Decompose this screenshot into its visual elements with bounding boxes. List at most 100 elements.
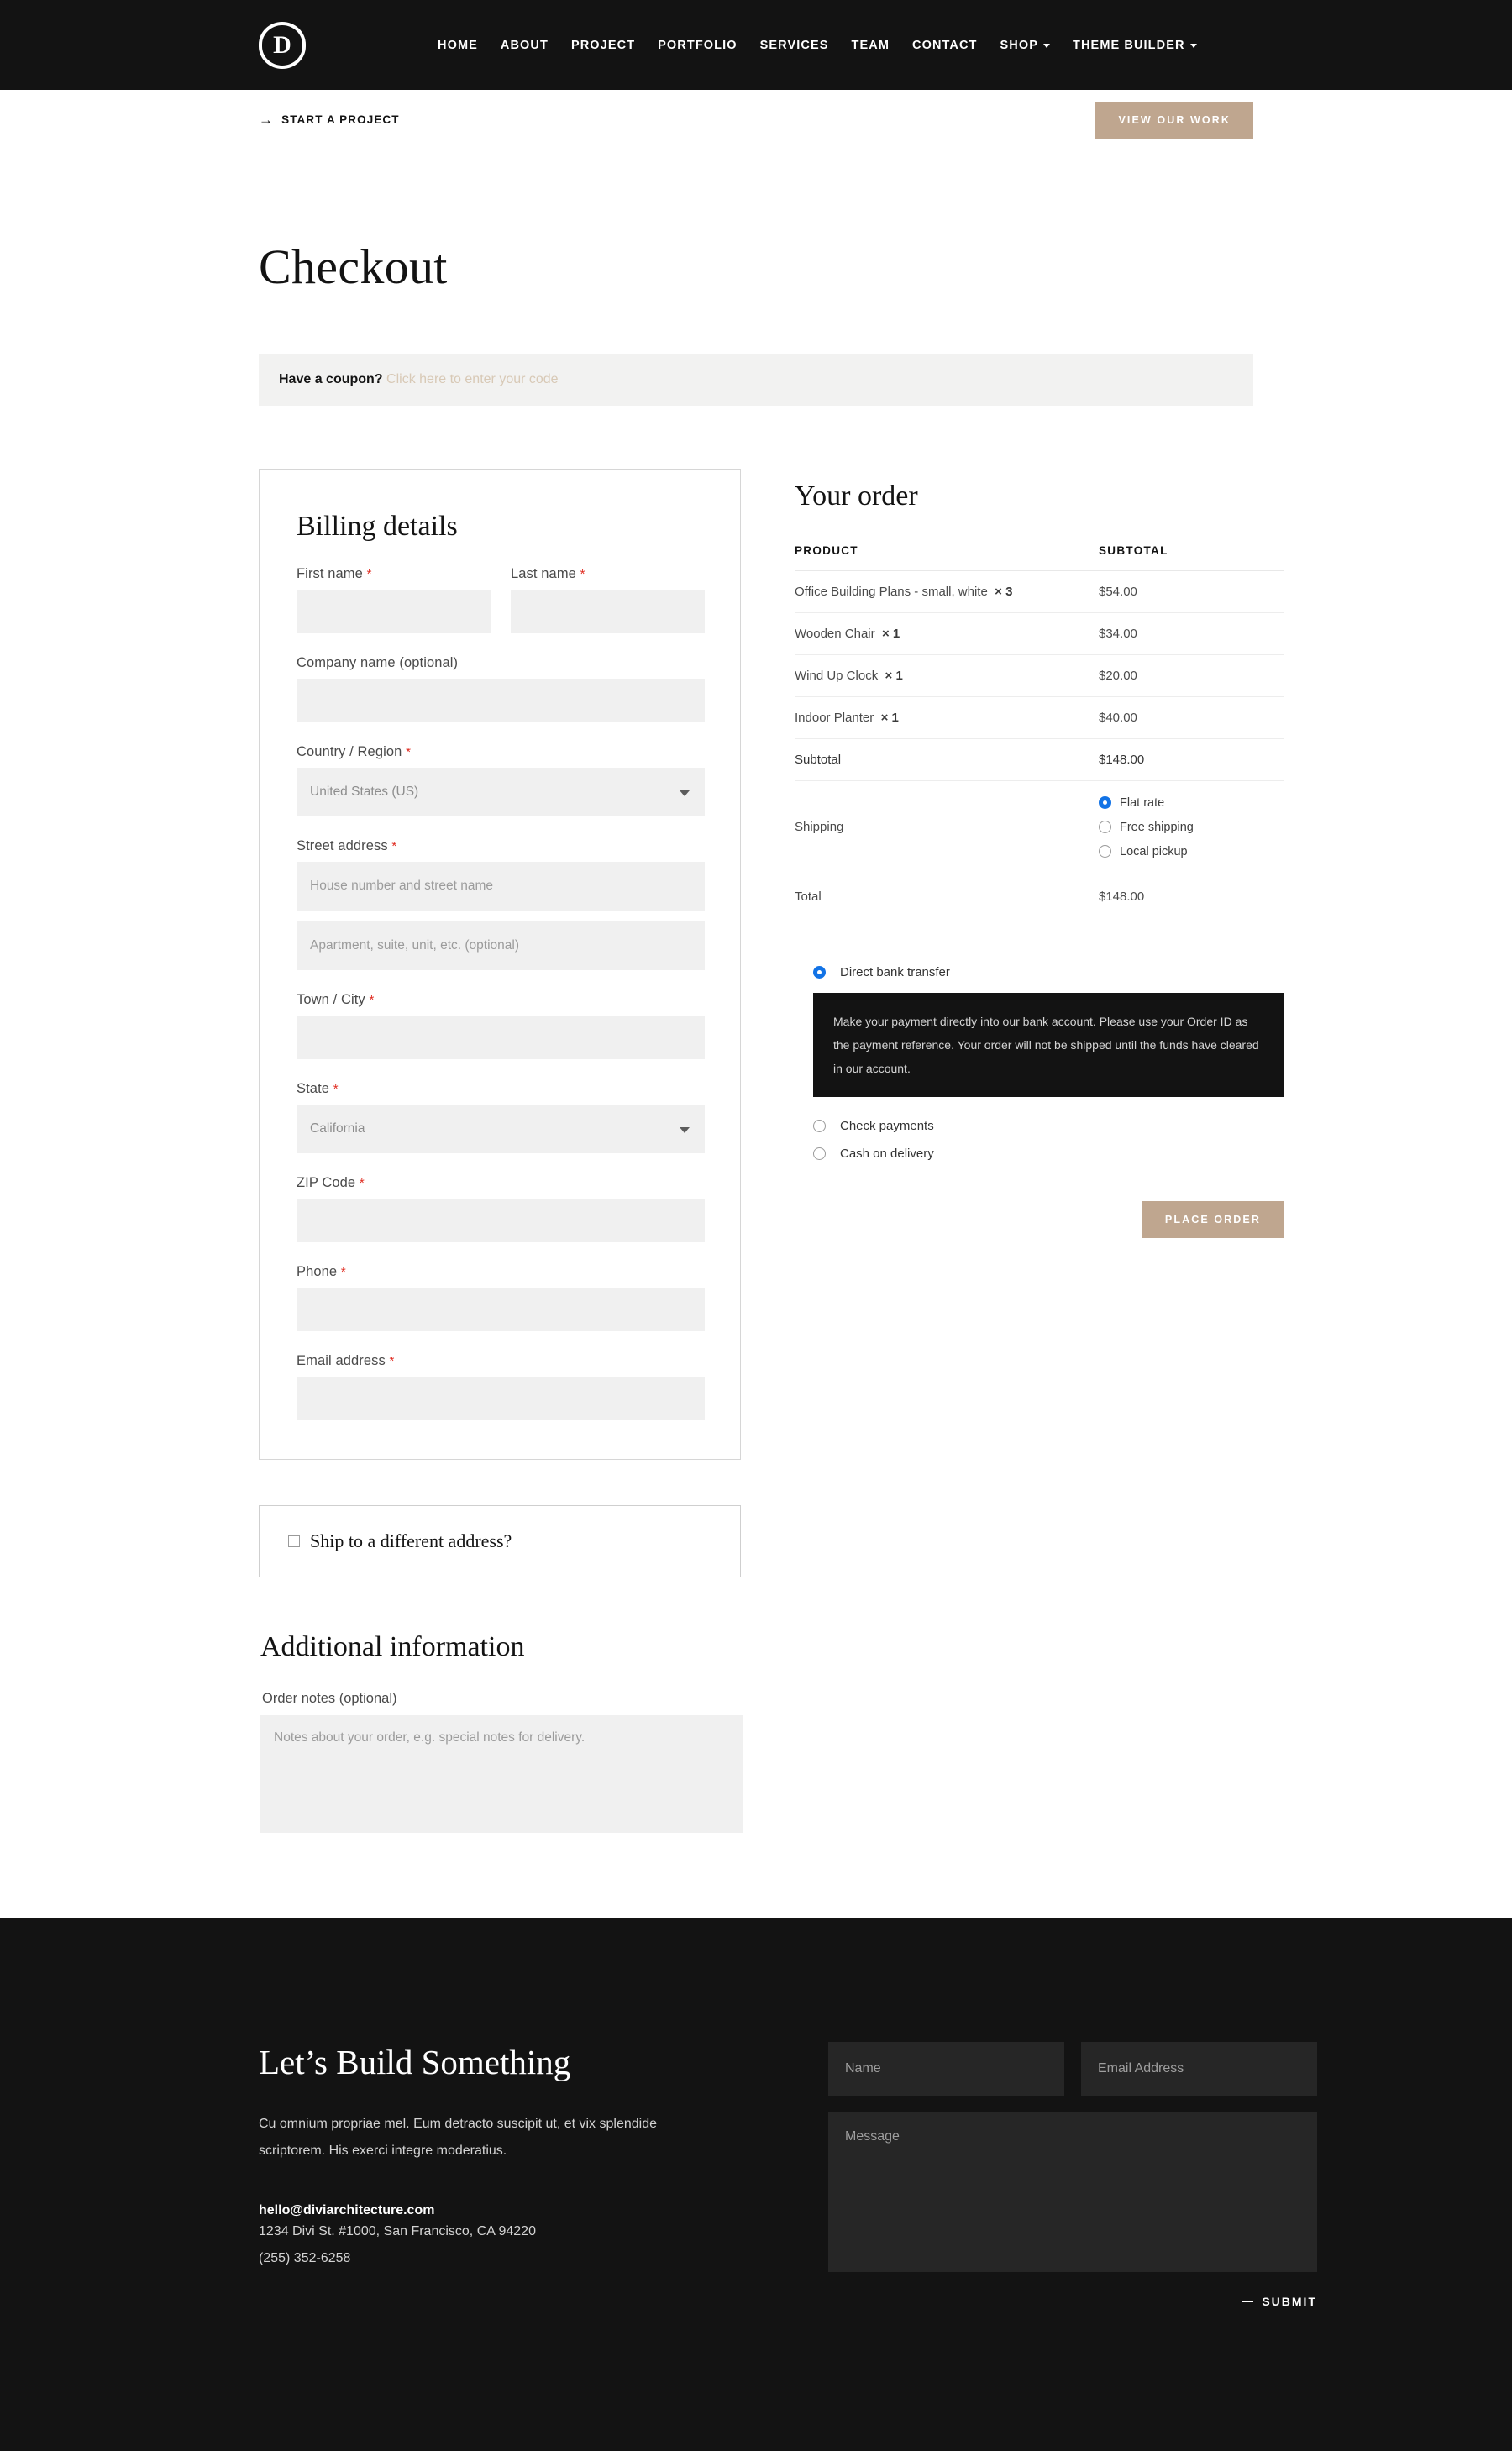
radio-icon-selected[interactable] <box>1099 796 1111 810</box>
email-input[interactable] <box>297 1376 705 1420</box>
order-item-amount: $34.00 <box>1099 612 1284 655</box>
radio-icon[interactable] <box>1099 821 1111 834</box>
order-item-qty: × 3 <box>995 584 1013 599</box>
city-field-group: Town / City * <box>297 992 705 1059</box>
zip-input[interactable] <box>297 1198 705 1242</box>
footer-email-input[interactable] <box>1081 2042 1317 2097</box>
divi-logo-icon[interactable]: D <box>259 21 306 69</box>
nav-label: HOME <box>438 38 478 52</box>
start-a-project-link[interactable]: → START A PROJECT <box>259 113 400 127</box>
order-item-name-cell: Wind Up Clock × 1 <box>795 654 1099 697</box>
state-label: State * <box>297 1080 339 1096</box>
radio-icon[interactable] <box>813 1119 826 1132</box>
last-name-input[interactable] <box>511 589 705 633</box>
required-marker: * <box>333 1081 339 1096</box>
order-shipping-row: Shipping Flat rate Free shipping Local p… <box>795 780 1284 874</box>
street-address-line2-input[interactable] <box>297 921 705 970</box>
nav-item-team[interactable]: TEAM <box>852 39 890 52</box>
billing-details-heading: Billing details <box>297 510 458 542</box>
checkout-right-column: Your order PRODUCT SUBTOTAL Office Build… <box>795 469 1284 1238</box>
place-order-button[interactable]: PLACE ORDER <box>1142 1200 1284 1238</box>
required-marker: * <box>580 566 585 581</box>
view-our-work-button[interactable]: VIEW OUR WORK <box>1095 101 1253 139</box>
nav-item-home[interactable]: HOME <box>438 39 478 52</box>
order-subtotal-row: Subtotal $148.00 <box>795 738 1284 781</box>
footer-submit-label: SUBMIT <box>1262 2295 1317 2309</box>
email-label: Email address * <box>297 1352 395 1368</box>
nav-item-about[interactable]: ABOUT <box>501 39 549 52</box>
first-name-input[interactable] <box>297 589 491 633</box>
order-total-row: Total $148.00 <box>795 874 1284 917</box>
ship-to-different-address-panel: Ship to a different address? <box>259 1504 741 1577</box>
dash-icon <box>1242 2301 1254 2303</box>
shipping-option-free-shipping[interactable]: Free shipping <box>1099 821 1284 834</box>
order-item-amount: $40.00 <box>1099 696 1284 739</box>
nav-item-theme-builder[interactable]: THEME BUILDER <box>1073 39 1197 52</box>
street-address-line1-input[interactable] <box>297 861 705 911</box>
payment-method-check-payments[interactable]: Check payments <box>795 1119 1284 1133</box>
footer-submit-button[interactable]: SUBMIT <box>1242 2295 1317 2308</box>
footer-heading: Let’s Build Something <box>259 2043 571 2082</box>
nav-item-project[interactable]: PROJECT <box>571 39 635 52</box>
shipping-options-cell: Flat rate Free shipping Local pickup <box>1099 780 1284 874</box>
state-select[interactable]: California <box>297 1104 705 1153</box>
additional-information-heading: Additional information <box>260 1630 525 1662</box>
page-title: Checkout <box>259 239 448 294</box>
shipping-option-label: Free shipping <box>1120 820 1194 834</box>
order-item-qty: × 1 <box>885 668 903 683</box>
shipping-option-flat-rate[interactable]: Flat rate <box>1099 796 1284 810</box>
nav-item-services[interactable]: SERVICES <box>760 39 829 52</box>
table-row: Office Building Plans - small, white × 3… <box>795 570 1284 613</box>
table-row: Indoor Planter × 1 $40.00 <box>795 696 1284 739</box>
company-input[interactable] <box>297 678 705 722</box>
footer-message-textarea[interactable] <box>828 2112 1317 2273</box>
company-field-group: Company name (optional) <box>297 655 705 722</box>
radio-icon-selected[interactable] <box>813 965 826 979</box>
country-select[interactable]: United States (US) <box>297 767 705 816</box>
order-item-qty: × 1 <box>881 626 900 641</box>
payment-method-direct-bank-transfer[interactable]: Direct bank transfer <box>795 965 1284 979</box>
street-address-field-group: Street address * <box>297 838 705 970</box>
radio-icon[interactable] <box>1099 845 1111 858</box>
city-input[interactable] <box>297 1015 705 1059</box>
nav-label: THEME BUILDER <box>1073 38 1185 52</box>
order-item-name-cell: Indoor Planter × 1 <box>795 696 1099 739</box>
zip-field-group: ZIP Code * <box>297 1175 705 1242</box>
ship-to-different-address-toggle[interactable]: Ship to a different address? <box>288 1530 720 1552</box>
nav-item-shop[interactable]: SHOP <box>1000 39 1051 52</box>
nav-item-portfolio[interactable]: PORTFOLIO <box>658 39 737 52</box>
enter-coupon-code-link[interactable]: Click here to enter your code <box>386 372 559 386</box>
footer-email-link[interactable]: hello@diviarchitecture.com <box>259 2203 741 2218</box>
payment-method-description: Make your payment directly into our bank… <box>813 992 1284 1097</box>
checkout-page: Checkout Have a coupon? Click here to en… <box>244 150 1284 1837</box>
footer-address: 1234 Divi St. #1000, San Francisco, CA 9… <box>259 2223 536 2238</box>
order-summary-table: PRODUCT SUBTOTAL Office Building Plans -… <box>795 543 1284 917</box>
order-item-amount: $54.00 <box>1099 570 1284 613</box>
order-subtotal-label: Subtotal <box>795 738 1099 781</box>
column-header-subtotal: SUBTOTAL <box>1099 543 1284 571</box>
chevron-down-icon <box>1043 44 1051 48</box>
phone-field-group: Phone * <box>297 1264 705 1331</box>
radio-icon[interactable] <box>813 1147 826 1160</box>
order-notes-label: Order notes (optional) <box>262 1691 397 1707</box>
payment-methods-panel: Direct bank transfer Make your payment d… <box>795 965 1284 1238</box>
arrow-right-icon: → <box>259 112 275 128</box>
checkbox-icon[interactable] <box>288 1535 300 1547</box>
footer-name-input[interactable] <box>828 2042 1064 2097</box>
shipping-option-label: Local pickup <box>1120 844 1188 858</box>
order-total-label: Total <box>795 889 822 904</box>
required-marker: * <box>391 838 397 853</box>
site-header: D HOME ABOUT PROJECT PORTFOLIO SERVICES … <box>0 0 1512 90</box>
order-notes-textarea[interactable] <box>260 1715 743 1834</box>
nav-label: ABOUT <box>500 38 549 52</box>
required-marker: * <box>406 744 412 759</box>
shipping-option-local-pickup[interactable]: Local pickup <box>1099 845 1284 858</box>
footer-info-column: Let’s Build Something Cu omnium propriae… <box>259 2042 741 2273</box>
nav-label: SHOP <box>1000 38 1039 52</box>
nav-item-contact[interactable]: CONTACT <box>912 39 978 52</box>
country-label: Country / Region * <box>297 743 412 759</box>
order-subtotal-amount: $148.00 <box>1099 738 1284 781</box>
phone-input[interactable] <box>297 1287 705 1331</box>
site-footer: Let’s Build Something Cu omnium propriae… <box>0 1918 1512 2451</box>
payment-method-cash-on-delivery[interactable]: Cash on delivery <box>795 1147 1284 1161</box>
